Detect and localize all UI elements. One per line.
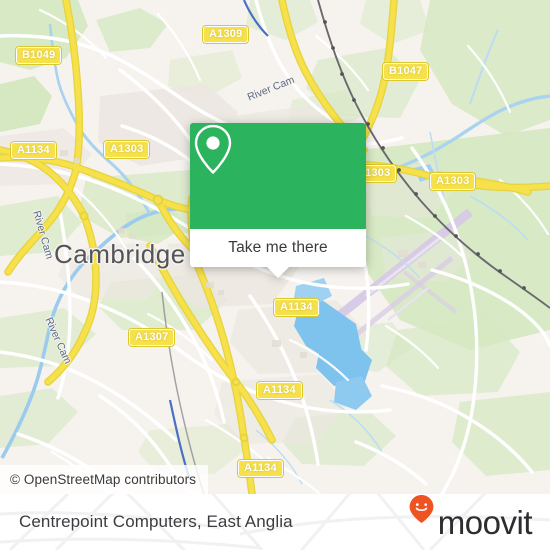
place-label-cambridge: Cambridge: [54, 239, 186, 269]
road-shield: A1134: [238, 460, 283, 477]
moovit-brand[interactable]: moovit: [408, 494, 533, 550]
popup-card-header: [190, 123, 366, 229]
road-shield-label: A1303: [436, 175, 470, 187]
road-shield-label: A1307: [135, 331, 169, 343]
road-shield: B1047: [383, 63, 429, 80]
road-shield: A1307: [129, 329, 175, 346]
road-shield: A1134: [257, 382, 302, 399]
road-shield: A1134: [274, 299, 319, 316]
screenshot-root: Cambridge River Cam River Cam River Cam …: [0, 0, 550, 550]
map-canvas[interactable]: Cambridge River Cam River Cam River Cam …: [0, 0, 550, 494]
road-shield-label: A1134: [17, 144, 50, 156]
take-me-there-button[interactable]: Take me there: [190, 229, 366, 267]
road-shield-label: A1134: [244, 462, 277, 474]
popup-card-tail: [267, 267, 289, 278]
road-shield-label: A1309: [209, 28, 243, 40]
map-pin-icon: [194, 124, 301, 202]
moovit-wordmark: moovit: [437, 503, 533, 541]
road-shield-label: A1134: [280, 301, 313, 313]
road-shield-label: B1049: [22, 49, 56, 61]
road-shield: A1309: [203, 26, 249, 43]
road-shield: A1303: [430, 173, 476, 190]
road-shield-label: A1134: [263, 384, 296, 396]
road-shield-label: A1303: [110, 143, 144, 155]
road-shield: A1303: [104, 141, 150, 158]
osm-attribution-bar: © OpenStreetMap contributors: [0, 465, 209, 494]
location-popup-card[interactable]: Take me there: [190, 123, 366, 278]
osm-attribution-text: © OpenStreetMap contributors: [10, 472, 197, 487]
footer-bar: Centrepoint Computers, East Anglia moovi…: [0, 494, 550, 550]
road-shield: A1134: [11, 142, 56, 159]
moovit-pin-smiley-icon: [408, 495, 435, 537]
page-title: Centrepoint Computers, East Anglia: [19, 494, 293, 550]
road-shield-label: B1047: [389, 65, 423, 77]
page-title-text: Centrepoint Computers, East Anglia: [19, 512, 293, 531]
road-shield: B1049: [16, 47, 62, 64]
